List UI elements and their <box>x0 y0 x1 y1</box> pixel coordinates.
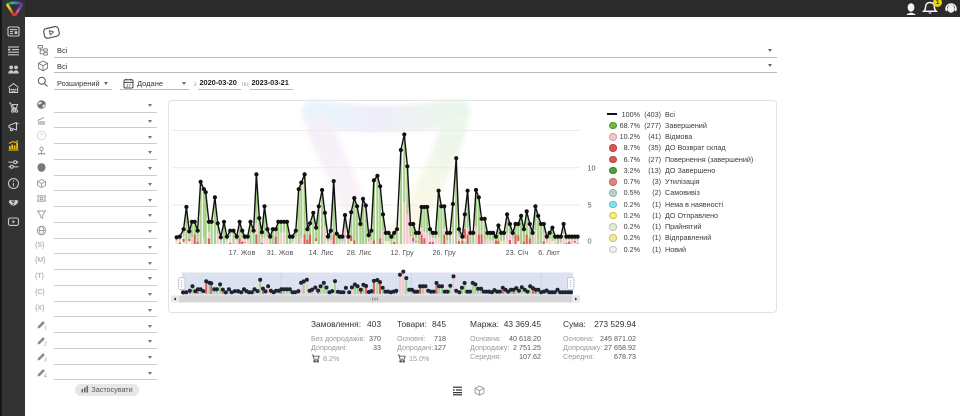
svg-text:14. Лис: 14. Лис <box>309 248 334 257</box>
svg-text:12. Гру: 12. Гру <box>390 248 414 257</box>
svg-text:31. Жов: 31. Жов <box>267 248 294 257</box>
svg-text:28. Лис: 28. Лис <box>347 248 372 257</box>
svg-text:26. Гру: 26. Гру <box>432 248 456 257</box>
svg-text:17. Жов: 17. Жов <box>229 248 256 257</box>
svg-text:6. Лют: 6. Лют <box>538 248 560 257</box>
svg-text:23. Січ: 23. Січ <box>506 248 529 257</box>
